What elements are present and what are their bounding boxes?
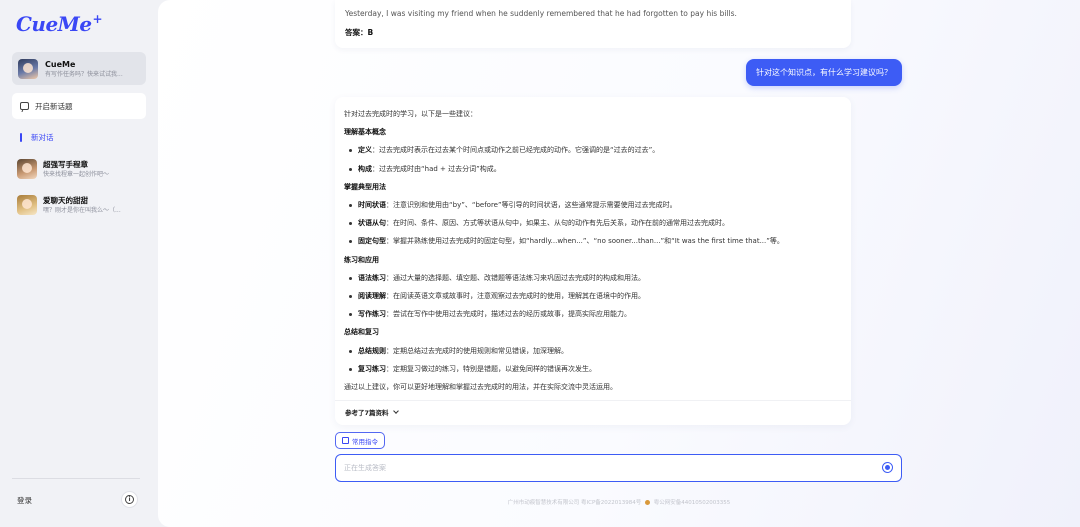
conversation-item-active[interactable]: 新对话 xyxy=(20,132,54,143)
message-input-box[interactable] xyxy=(335,454,902,482)
app-logo[interactable]: CueMe+ xyxy=(16,12,103,36)
command-icon xyxy=(342,437,349,444)
references-label: 参考了7篇资料 xyxy=(345,409,389,417)
avatar xyxy=(18,58,38,79)
conversation-subtitle: 快来找程章一起创作吧～ xyxy=(43,170,110,178)
previous-answer-text: Yesterday, I was visiting my friend when… xyxy=(345,9,737,18)
police-badge-icon xyxy=(645,500,651,505)
list-item: 时间状语：注意识别和使用由“by”、“before”等引导的时间状语，这些通常提… xyxy=(344,196,842,214)
bot-subtitle: 有写作任务吗？快来试试我... xyxy=(45,70,123,78)
stop-generating-button[interactable] xyxy=(882,462,893,473)
sidebar: CueMe+ CueMe 有写作任务吗？快来试试我... 开启新话题 新对话 超… xyxy=(0,0,158,527)
answer-intro: 针对过去完成时的学习，以下是一些建议： xyxy=(344,110,477,118)
user-message: 针对这个知识点，有什么学习建议吗？ xyxy=(746,59,902,86)
conversation-title: 新对话 xyxy=(31,133,54,142)
list-item: 构成：过去完成时由“had + 过去分词”构成。 xyxy=(344,160,842,178)
chat-area: Yesterday, I was visiting my friend when… xyxy=(158,0,1080,527)
list-item: 语法练习：通过大量的选择题、填空题、改错题等语法练习来巩固过去完成时的构成和用法… xyxy=(344,269,842,287)
answer-conclusion: 通过以上建议，你可以更好地理解和掌握过去完成时的用法，并在实际交流中灵活运用。 xyxy=(344,383,617,392)
divider xyxy=(12,478,140,479)
login-button[interactable]: 登录 xyxy=(17,495,32,506)
previous-answer-card: Yesterday, I was visiting my friend when… xyxy=(335,0,851,48)
section-heading: 总结和复习 xyxy=(344,328,379,337)
bot-name: CueMe xyxy=(45,59,76,69)
section-heading: 理解基本概念 xyxy=(344,128,386,137)
answer-body: 针对过去完成时的学习，以下是一些建议： 理解基本概念 定义：过去完成时表示在过去… xyxy=(335,97,851,396)
common-commands-label: 常用指令 xyxy=(352,437,378,446)
divider xyxy=(335,400,851,401)
info-button[interactable]: i xyxy=(121,491,138,508)
message-input[interactable] xyxy=(344,461,844,475)
conversation-subtitle: 嘿？刚才是你在叫我么～（... xyxy=(43,206,121,214)
assistant-answer-card: 针对过去完成时的学习，以下是一些建议： 理解基本概念 定义：过去完成时表示在过去… xyxy=(335,97,851,425)
chevron-down-icon xyxy=(392,407,399,414)
list-item: 固定句型：掌握并熟练使用过去完成时的固定句型，如“hardly...when..… xyxy=(344,232,842,250)
list-item: 状语从句：在时间、条件、原因、方式等状语从句中，如果主、从句的动作有先后关系，动… xyxy=(344,214,842,232)
list-item: 总结规则：定期总结过去完成时的使用规则和常见错误，加深理解。 xyxy=(344,342,842,360)
info-icon: i xyxy=(125,495,134,504)
section-heading: 练习和应用 xyxy=(344,255,379,264)
police-record[interactable]: 粤公网安备44010502003355 xyxy=(654,500,731,506)
conversation-title: 爱聊天的甜甜 xyxy=(43,195,88,205)
chat-bubble-icon xyxy=(20,102,29,110)
list-item: 定义：过去完成时表示在过去某个时间点或动作之前已经完成的动作。它强调的是“过去的… xyxy=(344,141,842,159)
avatar xyxy=(17,195,37,215)
previous-answer-result: 答案：B xyxy=(345,28,374,37)
common-commands-button[interactable]: 常用指令 xyxy=(335,432,385,449)
bot-card-cueme[interactable]: CueMe 有写作任务吗？快来试试我... xyxy=(12,52,146,85)
list-item: 写作练习：尝试在写作中使用过去完成时，描述过去的经历或故事，提高实际应用能力。 xyxy=(344,305,842,323)
avatar xyxy=(17,159,37,179)
new-chat-button[interactable]: 开启新话题 xyxy=(12,93,146,119)
icp-record[interactable]: 广州市动痕智慧技术有限公司 粤ICP备2022013984号 xyxy=(508,500,642,506)
footer: 广州市动痕智慧技术有限公司 粤ICP备2022013984号 粤公网安备4401… xyxy=(158,498,1080,506)
section-heading: 掌握典型用法 xyxy=(344,182,386,191)
conversation-title: 超强写手程章 xyxy=(43,159,88,169)
references-toggle[interactable]: 参考了7篇资料 xyxy=(345,407,399,417)
list-item: 复习练习：定期复习做过的练习，特别是错题，以避免同样的错误再次发生。 xyxy=(344,360,842,378)
new-chat-label: 开启新话题 xyxy=(35,101,73,111)
conversation-item[interactable]: 爱聊天的甜甜 嘿？刚才是你在叫我么～（... xyxy=(17,195,147,215)
active-indicator xyxy=(20,133,22,142)
list-item: 阅读理解：在阅读英语文章或故事时，注意观察过去完成时的使用，理解其在语境中的作用… xyxy=(344,287,842,305)
conversation-item[interactable]: 超强写手程章 快来找程章一起创作吧～ xyxy=(17,159,147,179)
